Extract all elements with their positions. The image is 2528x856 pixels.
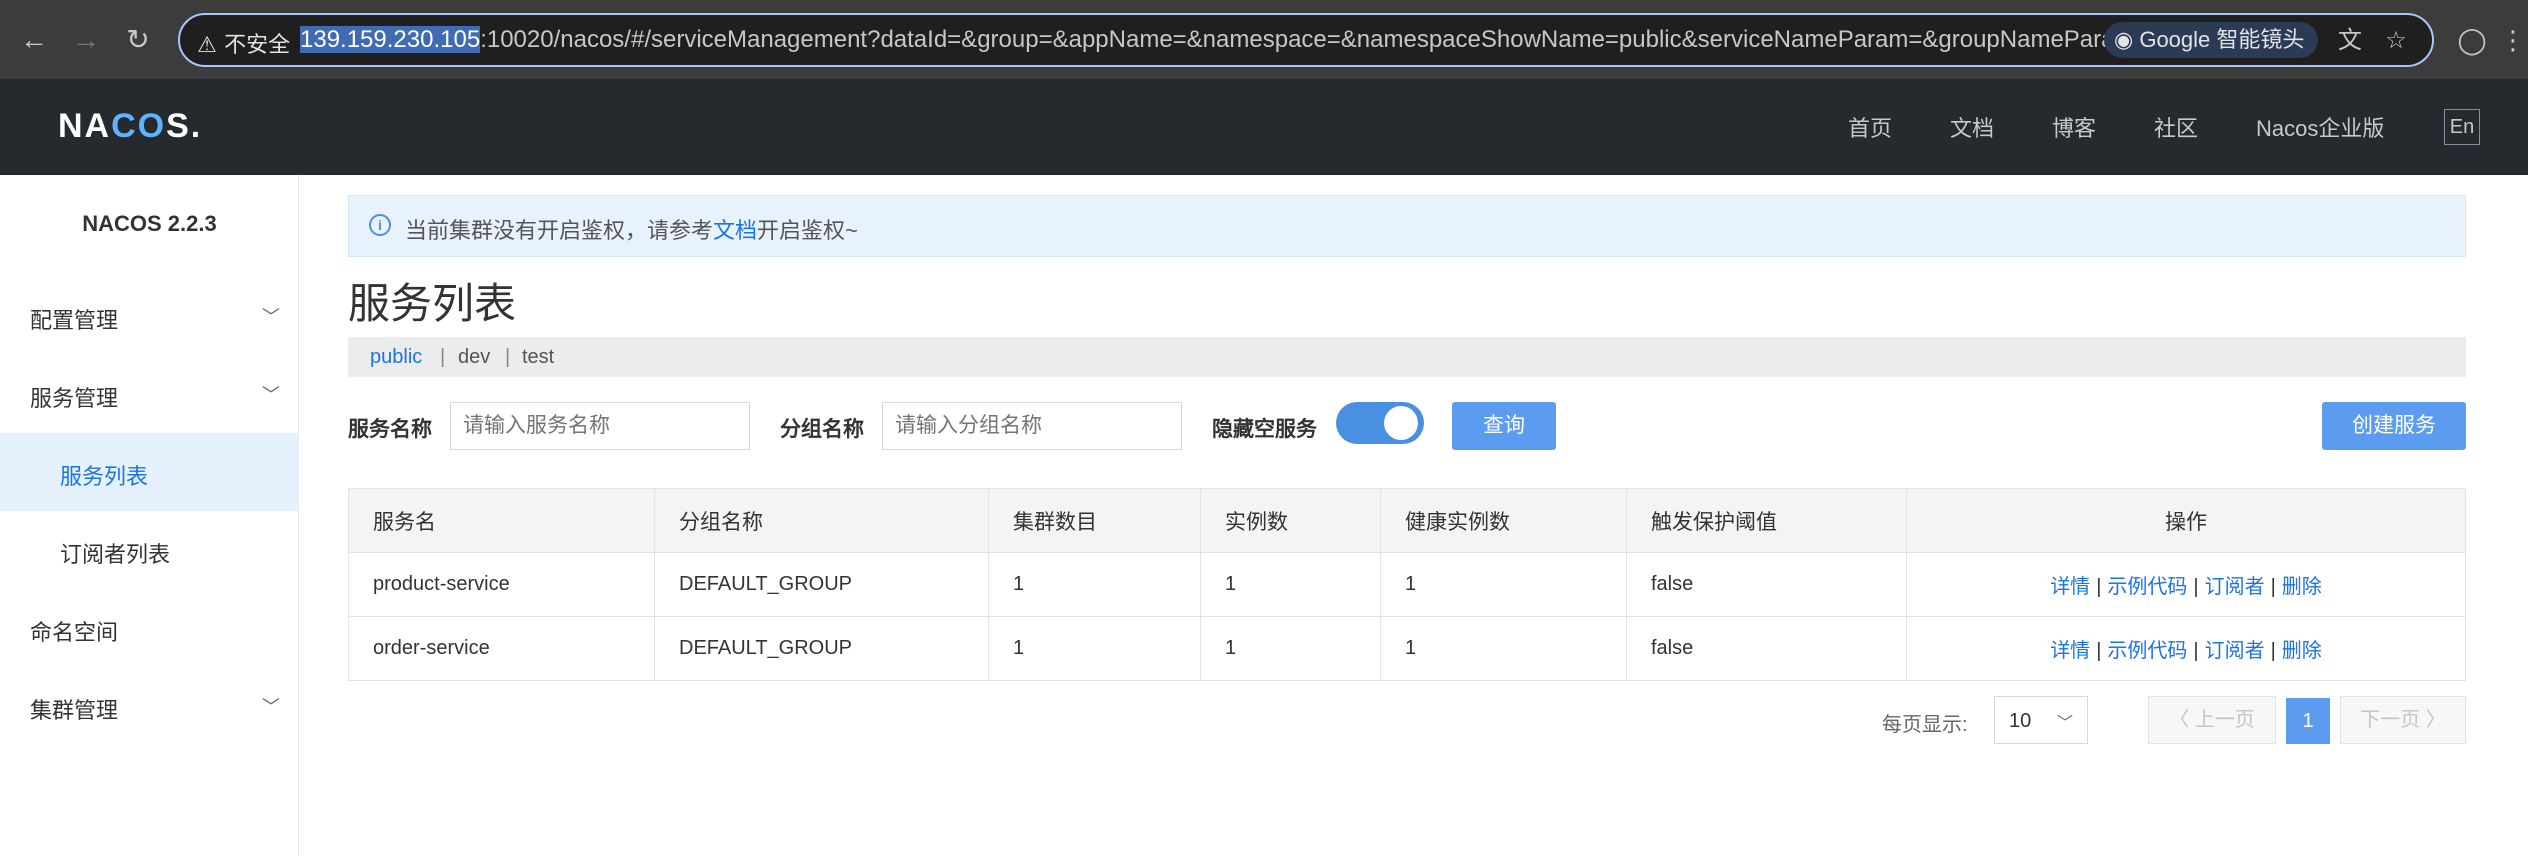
sidebar-item-service[interactable]: 服务管理 ﹀ [0, 355, 299, 433]
url-path: :10020/nacos/#/serviceManagement?dataId=… [480, 26, 2149, 53]
url-text[interactable]: 139.159.230.105:10020/nacos/#/serviceMan… [300, 26, 2149, 54]
delete-link[interactable]: 删除 [2282, 576, 2322, 598]
profile-icon[interactable]: ◯ [2454, 22, 2490, 58]
security-label: 不安全 [224, 32, 291, 57]
sample-code-link[interactable]: 示例代码 [2107, 576, 2187, 598]
detail-link[interactable]: 详情 [2050, 576, 2090, 598]
menu-icon[interactable]: ⋮ [2500, 22, 2526, 58]
hide-empty-toggle[interactable] [1336, 402, 1424, 444]
namespace-test[interactable]: test [522, 346, 554, 369]
nav-enterprise[interactable]: Nacos企业版 [2256, 111, 2384, 143]
col-healthy-count: 健康实例数 [1380, 488, 1627, 553]
row-actions: 详情 | 示例代码 | 订阅者 | 删除 [1906, 616, 2466, 681]
table-row: order-service DEFAULT_GROUP 1 1 1 false … [348, 616, 2466, 681]
table-header-row: 服务名 分组名称 集群数目 实例数 健康实例数 触发保护阈值 操作 [348, 488, 2466, 553]
warning-icon: ⚠ [197, 32, 217, 57]
url-host: 139.159.230.105 [300, 26, 481, 53]
forward-arrow-icon[interactable]: → [66, 20, 106, 60]
query-button[interactable]: 查询 [1452, 402, 1556, 450]
toggle-knob [1384, 406, 1418, 440]
subscribers-link[interactable]: 订阅者 [2205, 576, 2265, 598]
col-actions: 操作 [1906, 488, 2466, 553]
info-icon: i [369, 214, 391, 236]
language-switch-button[interactable]: En [2444, 109, 2480, 145]
row-actions: 详情 | 示例代码 | 订阅者 | 删除 [1906, 552, 2466, 617]
bookmark-star-icon[interactable]: ☆ [2380, 25, 2412, 57]
namespace-bar: public | dev | test [348, 337, 2466, 377]
nav-docs[interactable]: 文档 [1950, 111, 1994, 143]
group-name-label: 分组名称 [780, 418, 864, 441]
sidebar-item-namespace[interactable]: 命名空间 [0, 589, 299, 667]
site-header: NACOS. 首页 文档 博客 社区 Nacos企业版 En [0, 79, 2528, 175]
create-service-button[interactable]: 创建服务 [2322, 402, 2466, 450]
subscribers-link[interactable]: 订阅者 [2205, 640, 2265, 662]
namespace-dev[interactable]: dev [458, 346, 490, 369]
reload-icon[interactable]: ↻ [118, 20, 158, 60]
sidebar: NACOS 2.2.3 配置管理 ﹀ 服务管理 ﹀ 服务列表 订阅者列表 命名空… [0, 175, 299, 856]
chevron-down-icon: ﹀ [2057, 715, 2074, 732]
service-table: 服务名 分组名称 集群数目 实例数 健康实例数 触发保护阈值 操作 produc… [348, 488, 2466, 681]
group-name-input[interactable] [882, 402, 1182, 450]
prev-page-button[interactable]: 〈 上一页 [2148, 696, 2276, 744]
nav-community[interactable]: 社区 [2154, 111, 2198, 143]
sidebar-item-cluster[interactable]: 集群管理 ﹀ [0, 667, 299, 745]
sidebar-version-title: NACOS 2.2.3 [82, 211, 217, 236]
translate-icon[interactable]: 文 [2334, 25, 2366, 57]
sample-code-link[interactable]: 示例代码 [2107, 640, 2187, 662]
col-instance-count: 实例数 [1200, 488, 1381, 553]
page-title: 服务列表 [348, 280, 517, 327]
service-name-label: 服务名称 [348, 418, 432, 441]
lens-icon: ◉ [2114, 27, 2134, 52]
sidebar-item-config[interactable]: 配置管理 ﹀ [0, 277, 299, 355]
table-row: product-service DEFAULT_GROUP 1 1 1 fals… [348, 552, 2466, 617]
notice-text: 当前集群没有开启鉴权，请参考文档开启鉴权~ [405, 218, 858, 243]
back-arrow-icon[interactable]: ← [14, 20, 54, 60]
google-lens-button[interactable]: ◉ Google 智能镜头 [2104, 22, 2319, 58]
browser-toolbar: ← → ↻ ⚠ 不安全 139.159.230.105:10020/nacos/… [0, 0, 2528, 79]
nacos-logo[interactable]: NACOS. [58, 107, 202, 146]
docs-link[interactable]: 文档 [713, 218, 757, 243]
current-page-button[interactable]: 1 [2286, 698, 2330, 744]
security-indicator[interactable]: ⚠ 不安全 [196, 27, 290, 59]
next-page-button[interactable]: 下一页 〉 [2340, 696, 2466, 744]
chevron-down-icon: ﹀ [262, 697, 280, 717]
nav-home[interactable]: 首页 [1848, 111, 1892, 143]
chevron-down-icon: ﹀ [262, 307, 280, 327]
lens-label: Google 智能镜头 [2139, 27, 2305, 52]
col-group-name: 分组名称 [654, 488, 989, 553]
hide-empty-label: 隐藏空服务 [1212, 418, 1317, 441]
delete-link[interactable]: 删除 [2282, 640, 2322, 662]
detail-link[interactable]: 详情 [2050, 640, 2090, 662]
page-size-label: 每页显示: [1882, 714, 1968, 736]
sidebar-item-service-list[interactable]: 服务列表 [0, 433, 299, 511]
nav-blog[interactable]: 博客 [2052, 111, 2096, 143]
service-name-input[interactable] [450, 402, 750, 450]
auth-notice: i 当前集群没有开启鉴权，请参考文档开启鉴权~ [348, 195, 2466, 257]
page-size-select[interactable]: 10 ﹀ [1994, 696, 2088, 744]
col-protect-threshold: 触发保护阈值 [1626, 488, 1907, 553]
col-cluster-count: 集群数目 [988, 488, 1201, 553]
namespace-public[interactable]: public [370, 346, 422, 369]
sidebar-item-subscribers[interactable]: 订阅者列表 [0, 511, 299, 589]
col-service-name: 服务名 [348, 488, 655, 553]
address-bar[interactable]: ⚠ 不安全 139.159.230.105:10020/nacos/#/serv… [178, 13, 2434, 67]
chevron-down-icon: ﹀ [262, 385, 280, 405]
